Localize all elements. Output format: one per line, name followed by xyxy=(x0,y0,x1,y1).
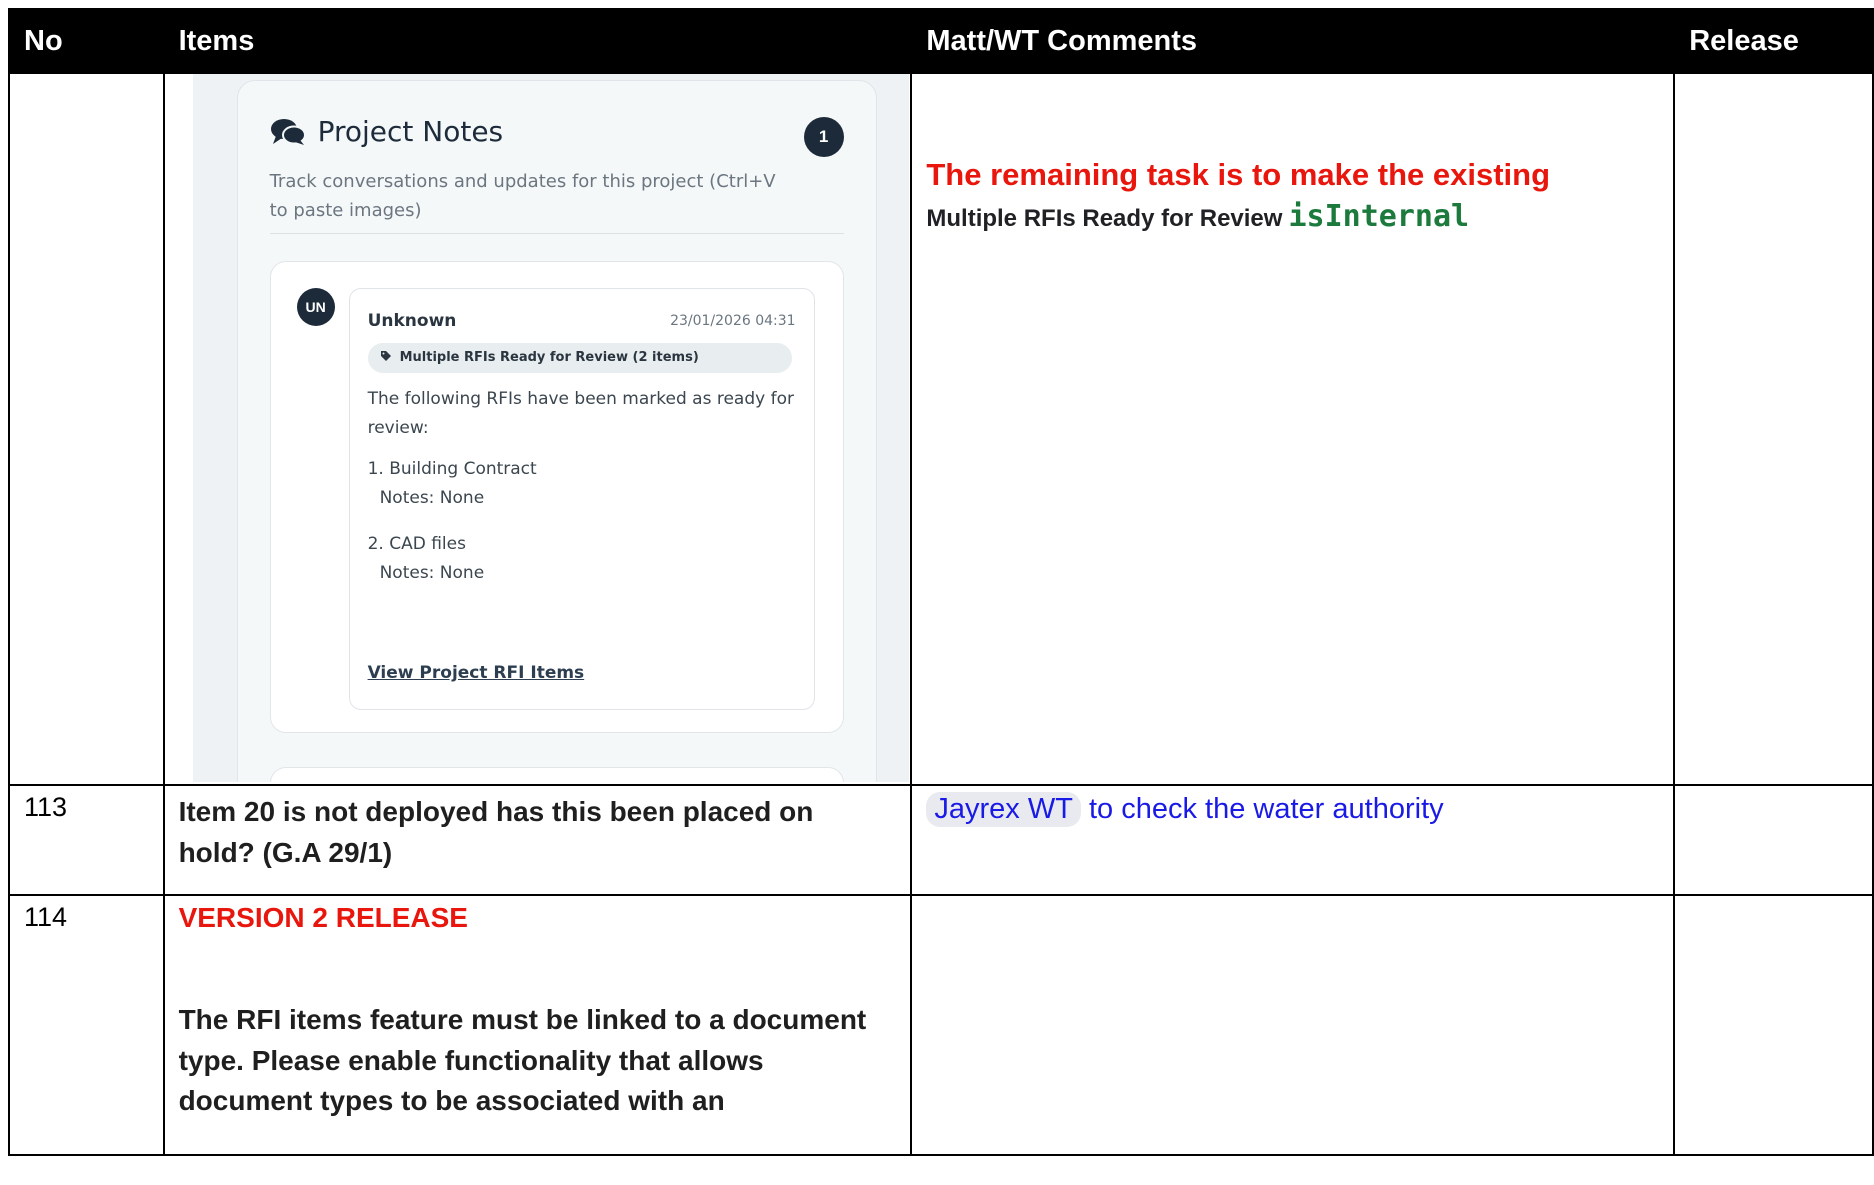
comments-icon xyxy=(270,119,306,145)
project-notes-panel: Project Notes 1 Track conversations and … xyxy=(236,80,877,782)
note-item-2: 2. CAD files xyxy=(367,534,466,554)
header-no: No xyxy=(8,8,165,74)
item-text: The RFI items feature must be linked to … xyxy=(178,1004,867,1117)
comment-text: to check the water authority xyxy=(1080,793,1444,825)
table-row: 113 Item 20 is not deployed has this bee… xyxy=(8,784,1874,896)
embedded-screenshot: Project Notes 1 Track conversations and … xyxy=(164,74,910,782)
note-item-1: 1. Building Contract xyxy=(367,459,537,479)
cell-items: VERSION 2 RELEASE The RFI items feature … xyxy=(162,894,913,1156)
note-item-2-notes: Notes: None xyxy=(379,563,485,583)
note-card: UN Unknown 23/01/2026 04:31 Multiple RFI… xyxy=(269,261,844,733)
header-release: Release xyxy=(1673,8,1874,74)
code-snippet: isInternal xyxy=(1288,199,1470,235)
header-comments: Matt/WT Comments xyxy=(910,8,1676,74)
cell-items: Project Notes 1 Track conversations and … xyxy=(162,72,913,786)
cell-comments xyxy=(910,894,1676,1156)
notes-count-badge: 1 xyxy=(803,117,844,157)
note-bubble: Unknown 23/01/2026 04:31 Multiple RFIs R… xyxy=(348,288,815,710)
tag-icon xyxy=(380,351,391,361)
comment-heading: The remaining task is to make the existi… xyxy=(926,157,1551,192)
issues-table: No Items Matt/WT Comments Release Projec… xyxy=(8,8,1874,1156)
note-tag-label: Multiple RFIs Ready for Review (2 items) xyxy=(399,350,699,365)
header-row: No Items Matt/WT Comments Release xyxy=(8,8,1874,74)
cell-release xyxy=(1673,894,1874,1156)
panel-subtitle: Track conversations and updates for this… xyxy=(269,171,776,221)
cell-comments: The remaining task is to make the existi… xyxy=(910,72,1676,786)
note-tag: Multiple RFIs Ready for Review (2 items) xyxy=(367,343,792,373)
view-rfi-items-link[interactable]: View Project RFI Items xyxy=(368,663,585,683)
note-author: Unknown xyxy=(367,311,457,331)
row-number: 114 xyxy=(24,902,68,932)
cell-no: 114 xyxy=(8,894,165,1156)
note-item-1-notes: Notes: None xyxy=(379,488,485,508)
comment-detail: Multiple RFIs Ready for Review isInternal xyxy=(926,199,1659,234)
header-items: Items xyxy=(162,8,913,74)
cell-release xyxy=(1673,72,1874,786)
cell-release xyxy=(1673,784,1874,896)
cell-no: 113 xyxy=(8,784,165,896)
table-row: Project Notes 1 Track conversations and … xyxy=(8,72,1874,786)
item-heading: VERSION 2 RELEASE xyxy=(178,902,468,933)
avatar: UN xyxy=(296,288,335,326)
panel-title: Project Notes xyxy=(317,115,504,148)
item-text: Item 20 is not deployed has this been pl… xyxy=(178,796,814,868)
note-body: The following RFIs have been marked as r… xyxy=(368,385,798,588)
person-chip[interactable]: Jayrex WT xyxy=(926,792,1081,827)
note-intro: The following RFIs have been marked as r… xyxy=(367,389,794,438)
note-card xyxy=(269,767,844,782)
table-row: 114 VERSION 2 RELEASE The RFI items feat… xyxy=(8,894,1874,1156)
comment-bold-text: Multiple RFIs Ready for Review xyxy=(926,205,1283,233)
row-number: 113 xyxy=(24,792,68,822)
note-date: 23/01/2026 04:31 xyxy=(670,313,796,329)
cell-items: Item 20 is not deployed has this been pl… xyxy=(162,784,913,896)
cell-comments: Jayrex WT to check the water authority xyxy=(910,784,1676,896)
cell-no xyxy=(8,72,165,786)
divider xyxy=(269,233,844,234)
